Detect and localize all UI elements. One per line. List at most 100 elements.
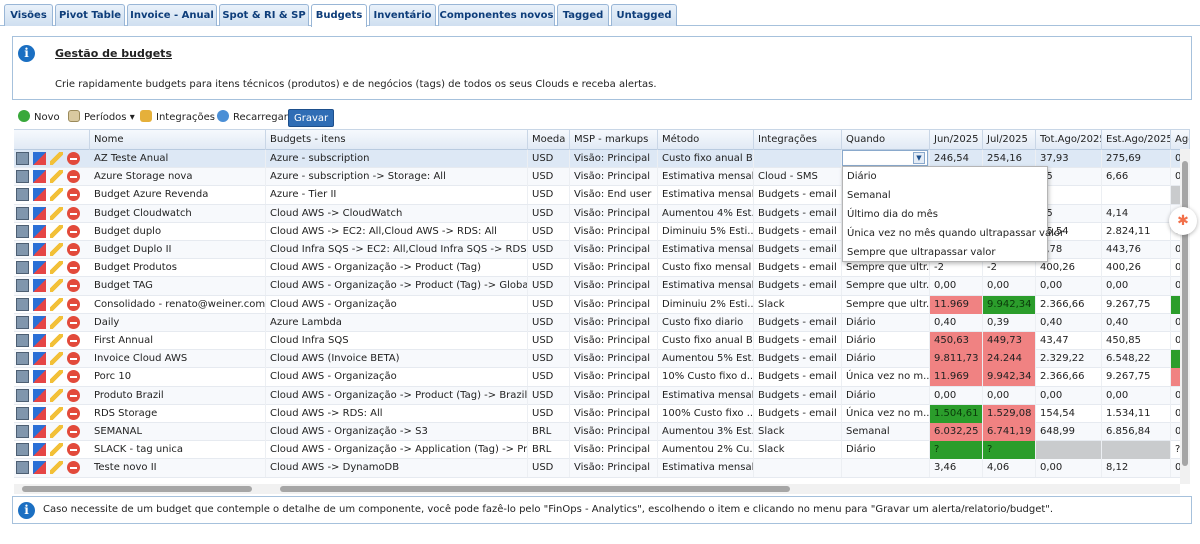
chart-icon[interactable] [33, 297, 46, 311]
delete-icon[interactable] [67, 188, 80, 202]
edit-icon[interactable] [50, 261, 63, 275]
quando-select[interactable]: ▼ [842, 150, 928, 166]
edit-icon[interactable] [50, 443, 63, 457]
delete-icon[interactable] [67, 152, 80, 165]
col-metodo[interactable]: Método [658, 130, 754, 150]
table-row[interactable]: Produto Brazil Cloud AWS - Organização ->… [14, 386, 1190, 405]
col-jun[interactable]: Jun/2025 [930, 130, 983, 150]
chart-icon[interactable] [33, 352, 46, 366]
edit-icon[interactable] [50, 206, 63, 220]
chart-icon[interactable] [33, 224, 46, 238]
delete-icon[interactable] [67, 315, 80, 329]
edit-icon[interactable] [50, 188, 63, 202]
chart-icon[interactable] [33, 152, 46, 165]
table-row[interactable]: Invoice Cloud AWS Cloud AWS (Invoice BETA… [14, 350, 1190, 369]
report-icon[interactable] [16, 152, 29, 165]
new-button[interactable]: Novo [18, 110, 60, 126]
option-semanal[interactable]: Semanal [847, 190, 891, 201]
right-scroll-thumb[interactable] [280, 486, 790, 492]
vertical-scrollbar[interactable] [1180, 149, 1190, 484]
option-ultimo-dia[interactable]: Último dia do mês [847, 209, 938, 220]
report-icon[interactable] [16, 206, 29, 220]
chart-icon[interactable] [33, 425, 46, 438]
col-msp[interactable]: MSP - markups [570, 130, 658, 150]
delete-icon[interactable] [67, 243, 80, 256]
edit-icon[interactable] [50, 279, 63, 293]
delete-icon[interactable] [67, 406, 80, 420]
report-icon[interactable] [16, 188, 29, 202]
table-row[interactable]: First Annual Cloud Infra SQS USD Visão: Pri… [14, 332, 1190, 351]
report-icon[interactable] [16, 170, 29, 184]
edit-icon[interactable] [50, 461, 63, 475]
tab-spot-ri-sp[interactable]: Spot & RI & SP [219, 4, 309, 26]
report-icon[interactable] [16, 352, 29, 366]
report-icon[interactable] [16, 243, 29, 256]
tab-inventario[interactable]: Inventário [369, 4, 436, 26]
save-button[interactable]: Gravar [288, 109, 335, 127]
left-horizontal-scrollbar[interactable] [14, 484, 266, 494]
delete-icon[interactable] [67, 461, 80, 475]
chart-icon[interactable] [33, 443, 46, 457]
report-icon[interactable] [16, 461, 29, 475]
chart-icon[interactable] [33, 406, 46, 420]
chart-icon[interactable] [33, 188, 46, 202]
table-row[interactable]: Daily Azure Lambda USD Visão: Principal Cust… [14, 313, 1190, 332]
delete-icon[interactable] [67, 334, 80, 347]
col-budgets-itens[interactable]: Budgets - itens [266, 130, 528, 150]
delete-icon[interactable] [67, 224, 80, 238]
chart-icon[interactable] [33, 315, 46, 329]
delete-icon[interactable] [67, 170, 80, 184]
tab-invoice-anual[interactable]: Invoice - Anual [127, 4, 217, 26]
report-icon[interactable] [16, 334, 29, 347]
right-horizontal-scrollbar[interactable] [266, 484, 1180, 494]
col-quando[interactable]: Quando [842, 130, 930, 150]
col-nome[interactable]: Nome [90, 130, 266, 150]
periods-button[interactable]: Períodos ▾ [68, 110, 135, 126]
col-ago[interactable]: Ago [1171, 130, 1190, 150]
option-unica-vez[interactable]: Única vez no mês quando ultrapassar valo… [847, 228, 1064, 239]
report-icon[interactable] [16, 279, 29, 293]
chart-icon[interactable] [33, 334, 46, 347]
left-scroll-thumb[interactable] [22, 486, 252, 492]
col-tot-ago[interactable]: Tot.Ago/2025 [1036, 130, 1102, 150]
col-est-ago[interactable]: Est.Ago/2025 [1102, 130, 1171, 150]
report-icon[interactable] [16, 297, 29, 311]
tab-tagged[interactable]: Tagged [557, 4, 609, 26]
tab-componentes-novos[interactable]: Componentes novos [438, 4, 555, 26]
report-icon[interactable] [16, 406, 29, 420]
edit-icon[interactable] [50, 388, 63, 402]
table-row[interactable]: RDS Storage Cloud AWS -> RDS: All USD Visão… [14, 404, 1190, 423]
delete-icon[interactable] [67, 425, 80, 438]
reload-button[interactable]: Recarregar [217, 110, 288, 126]
report-icon[interactable] [16, 224, 29, 238]
edit-icon[interactable] [50, 406, 63, 420]
edit-icon[interactable] [50, 315, 63, 329]
table-row[interactable]: Budget TAG Cloud AWS - Organização -> Pro… [14, 277, 1190, 296]
chart-icon[interactable] [33, 370, 46, 384]
delete-icon[interactable] [67, 370, 80, 384]
report-icon[interactable] [16, 370, 29, 384]
delete-icon[interactable] [67, 297, 80, 311]
chart-icon[interactable] [33, 206, 46, 220]
table-row[interactable]: SLACK - tag unica Cloud AWS - Organização… [14, 441, 1190, 460]
col-jul[interactable]: Jul/2025 [983, 130, 1036, 150]
delete-icon[interactable] [67, 279, 80, 293]
tab-untagged[interactable]: Untagged [611, 4, 677, 26]
chart-icon[interactable] [33, 261, 46, 275]
edit-icon[interactable] [50, 170, 63, 184]
edit-icon[interactable] [50, 224, 63, 238]
chart-icon[interactable] [33, 388, 46, 402]
tab-pivot-table[interactable]: Pivot Table [55, 4, 125, 26]
report-icon[interactable] [16, 388, 29, 402]
edit-icon[interactable] [50, 425, 63, 438]
tab-visoes[interactable]: Visões [4, 4, 53, 26]
delete-icon[interactable] [67, 388, 80, 402]
option-diario[interactable]: Diário [847, 171, 877, 182]
delete-icon[interactable] [67, 352, 80, 366]
edit-icon[interactable] [50, 334, 63, 347]
chart-icon[interactable] [33, 170, 46, 184]
chevron-down-icon[interactable]: ▼ [913, 152, 925, 164]
report-icon[interactable] [16, 261, 29, 275]
edit-icon[interactable] [50, 152, 63, 165]
integrations-button[interactable]: Integrações [140, 110, 215, 126]
